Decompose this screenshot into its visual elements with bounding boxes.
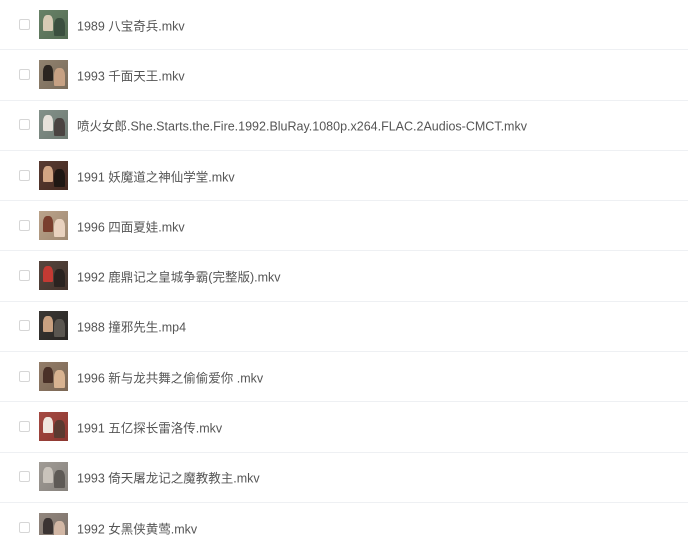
file-name[interactable]: 1993 倚天屠龙记之魔教教主.mkv xyxy=(77,468,260,487)
file-name[interactable]: 1988 撞邪先生.mp4 xyxy=(77,317,186,336)
video-thumbnail[interactable] xyxy=(39,59,68,89)
file-checkbox[interactable] xyxy=(19,68,30,80)
file-row[interactable]: 1992 女黑侠黄莺.mkv xyxy=(0,503,688,535)
file-name[interactable]: 1992 鹿鼎记之皇城争霸(完整版).mkv xyxy=(77,267,281,286)
file-row[interactable]: 1993 千面天王.mkv xyxy=(0,50,688,101)
file-checkbox[interactable] xyxy=(19,471,30,483)
video-thumbnail[interactable] xyxy=(39,412,68,442)
file-row[interactable]: 喷火女郎.She.Starts.the.Fire.1992.BluRay.108… xyxy=(0,101,688,151)
file-checkbox[interactable] xyxy=(19,421,30,433)
file-name[interactable]: 喷火女郎.She.Starts.the.Fire.1992.BluRay.108… xyxy=(77,116,527,135)
file-row[interactable]: 1992 鹿鼎记之皇城争霸(完整版).mkv xyxy=(0,251,688,302)
video-thumbnail[interactable] xyxy=(39,210,68,240)
file-checkbox[interactable] xyxy=(19,522,30,534)
file-row[interactable]: 1989 八宝奇兵.mkv xyxy=(0,0,688,51)
video-thumbnail[interactable] xyxy=(39,110,68,140)
file-name[interactable]: 1991 五亿探长雷洛传.mkv xyxy=(77,418,222,437)
file-name[interactable]: 1989 八宝奇兵.mkv xyxy=(77,15,185,34)
video-thumbnail[interactable] xyxy=(39,462,68,492)
file-name[interactable]: 1996 四面夏娃.mkv xyxy=(77,216,185,235)
file-name[interactable]: 1996 新与龙共舞之偷偷爱你 .mkv xyxy=(77,367,263,386)
file-name[interactable]: 1992 女黑侠黄莺.mkv xyxy=(77,519,197,535)
file-checkbox[interactable] xyxy=(19,219,30,231)
video-thumbnail[interactable] xyxy=(39,513,68,535)
video-thumbnail[interactable] xyxy=(39,160,68,190)
file-name[interactable]: 1993 千面天王.mkv xyxy=(77,65,185,84)
file-row[interactable]: 1988 撞邪先生.mp4 xyxy=(0,302,688,353)
file-row[interactable]: 1996 新与龙共舞之偷偷爱你 .mkv xyxy=(0,352,688,403)
file-row[interactable]: 1991 妖魔道之神仙学堂.mkv xyxy=(0,151,688,202)
video-thumbnail[interactable] xyxy=(39,361,68,391)
file-row[interactable]: 1991 五亿探长雷洛传.mkv xyxy=(0,402,688,453)
file-row[interactable]: 1993 倚天屠龙记之魔教教主.mkv xyxy=(0,453,688,503)
file-row[interactable]: 1996 四面夏娃.mkv xyxy=(0,201,688,252)
video-thumbnail[interactable] xyxy=(39,261,68,291)
file-checkbox[interactable] xyxy=(19,119,30,131)
file-checkbox[interactable] xyxy=(19,370,30,382)
file-checkbox[interactable] xyxy=(19,270,30,282)
file-checkbox[interactable] xyxy=(19,320,30,332)
file-checkbox[interactable] xyxy=(19,18,30,30)
file-list: 1989 八宝奇兵.mkv 1993 千面天王.mkv 喷火女郎.She.Start… xyxy=(0,0,688,535)
video-thumbnail[interactable] xyxy=(39,9,68,39)
video-thumbnail[interactable] xyxy=(39,311,68,341)
file-name[interactable]: 1991 妖魔道之神仙学堂.mkv xyxy=(77,166,235,185)
file-checkbox[interactable] xyxy=(19,169,30,181)
